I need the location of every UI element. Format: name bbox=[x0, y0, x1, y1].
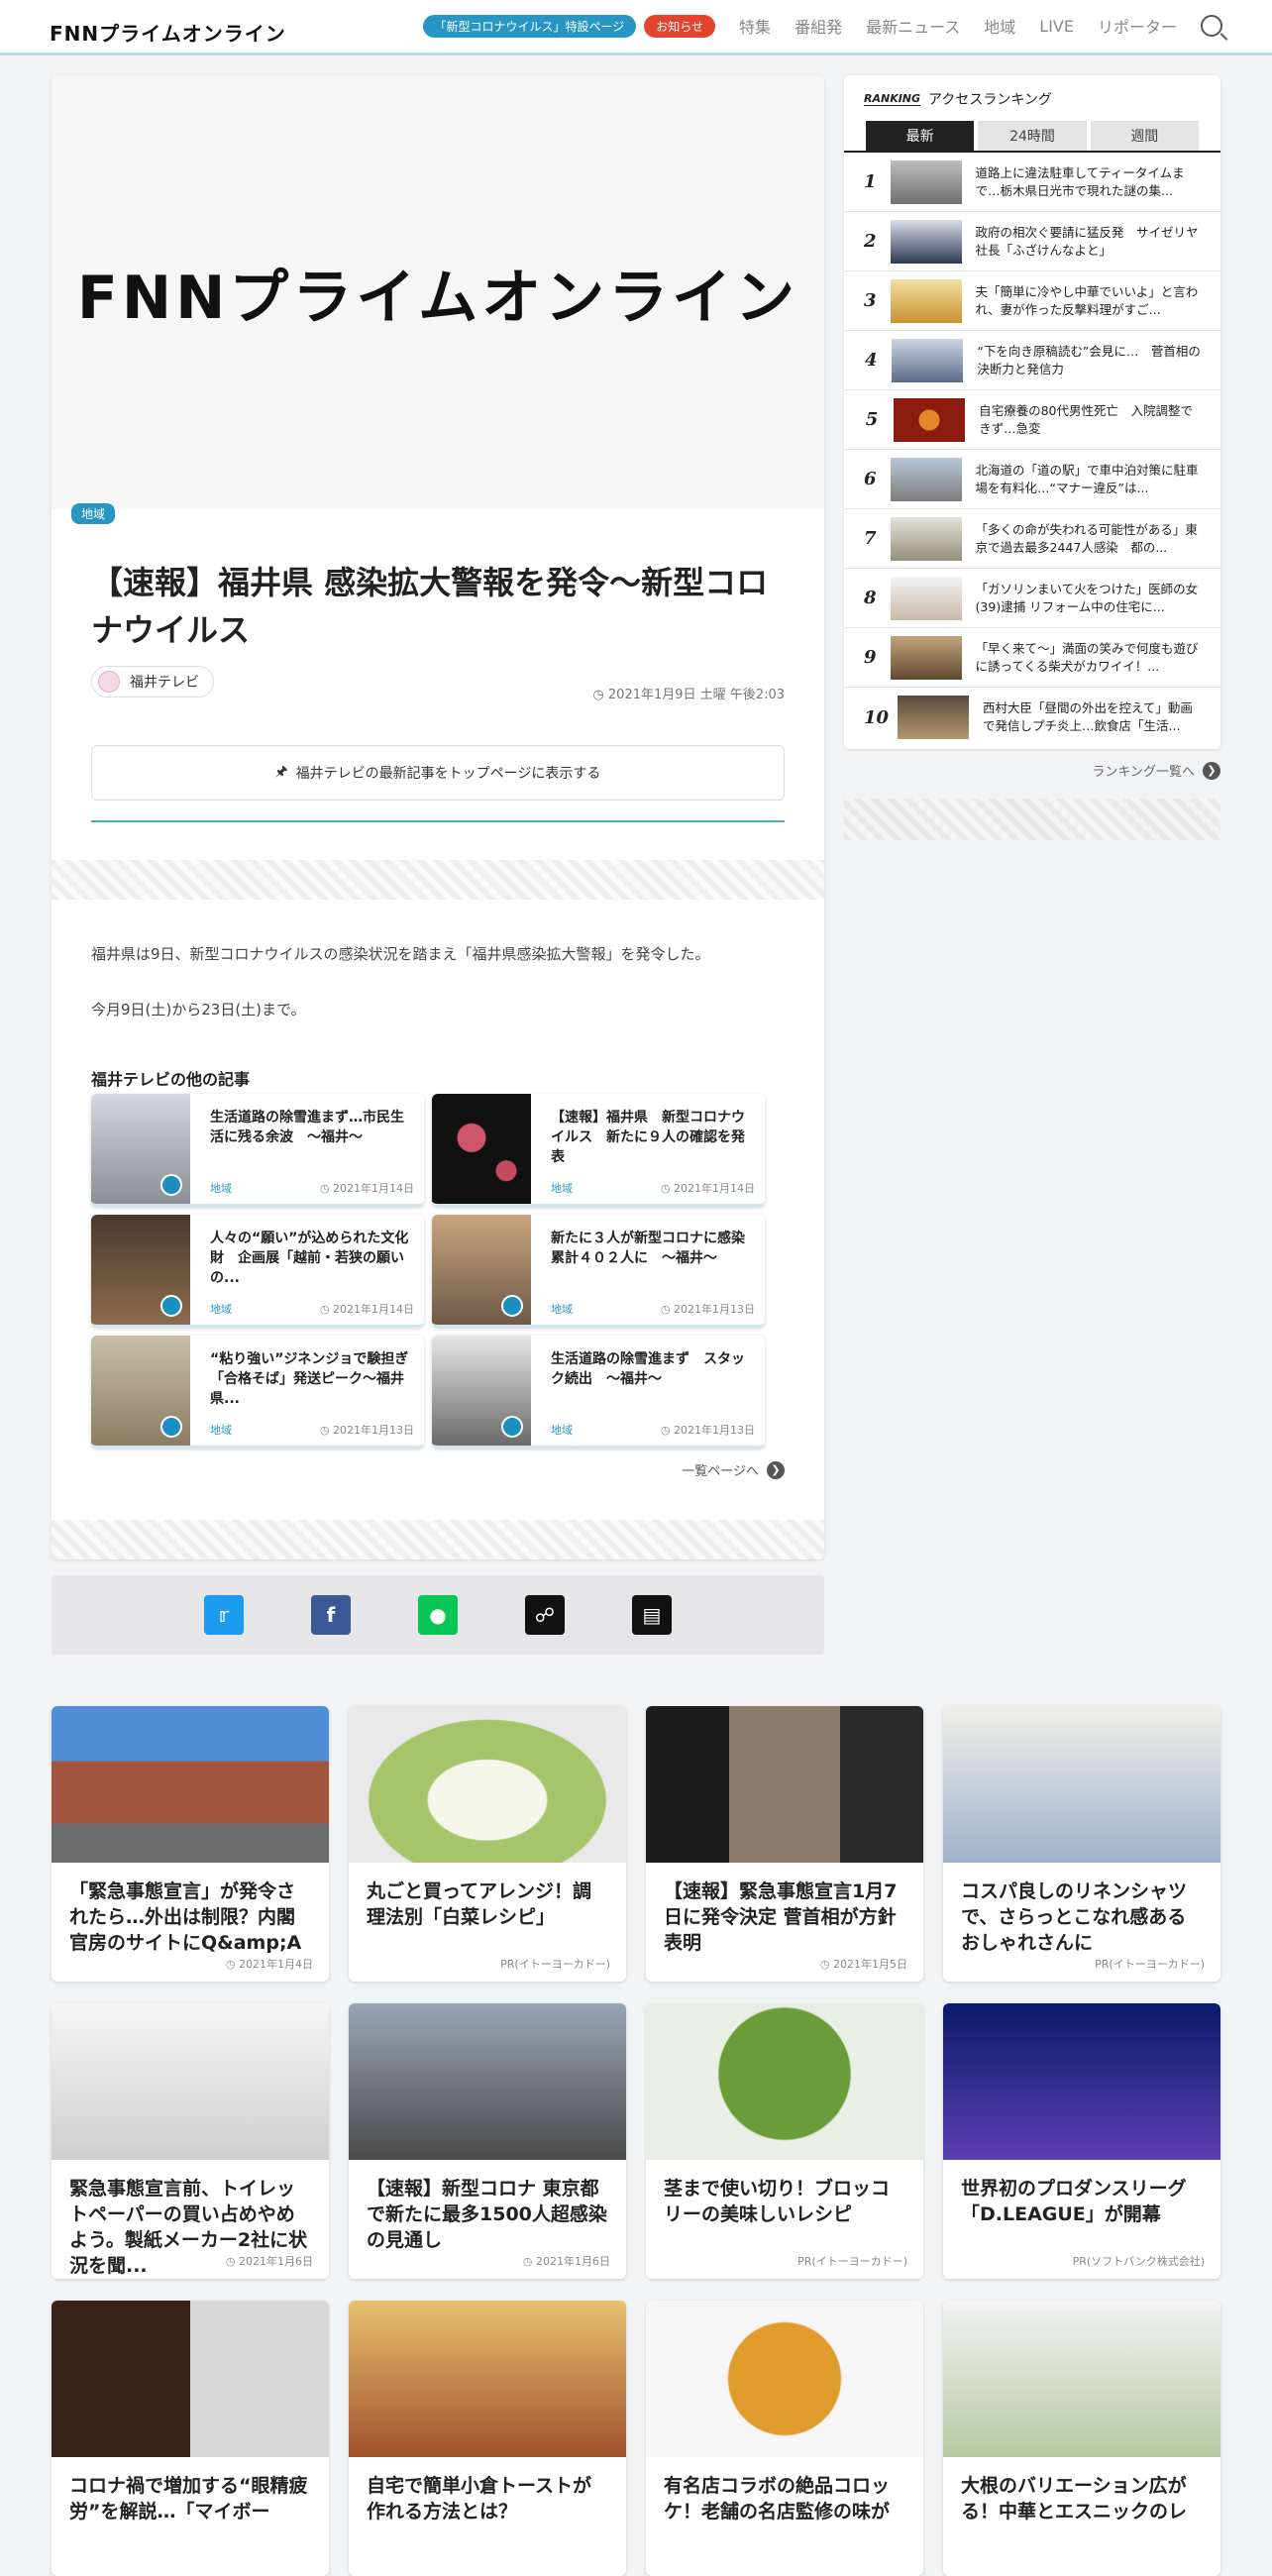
recommend-grid: 「緊急事態宣言」が発令されたら…外出は制限？内閣官房のサイトにQ&amp;A ◷ … bbox=[52, 1706, 1220, 2576]
ranking-list: 1 道路上に違法駐車してティータイムまで…栃木県日光市で現れた謎の集... 2 政府… bbox=[844, 151, 1220, 747]
ranking-item[interactable]: 3 夫「簡単に冷やし中華でいいよ」と言われ、妻が作った反撃料理がすご... bbox=[844, 271, 1220, 331]
related-card[interactable]: 人々の“願い”が込められた文化財 企画展「越前・若狭の願いの... 地域 ◷ 202… bbox=[91, 1215, 424, 1328]
search-icon[interactable] bbox=[1201, 15, 1222, 37]
ad-placeholder bbox=[52, 860, 824, 900]
ranking-item[interactable]: 4 “下を向き原稿読む”会見に… 菅首相の決断力と発信力 bbox=[844, 331, 1220, 390]
related-thumb bbox=[91, 1336, 190, 1446]
source-avatar bbox=[98, 671, 120, 693]
nav-item-features[interactable]: 特集 bbox=[739, 14, 771, 38]
ranking-item[interactable]: 2 政府の相次ぐ要請に猛反発 サイゼリヤ社長「ふざけんなよと」 bbox=[844, 212, 1220, 271]
site-logo[interactable]: FNNプライムオンライン bbox=[50, 18, 286, 47]
comment-icon[interactable]: ▤ bbox=[632, 1595, 672, 1635]
recommend-card[interactable]: 世界初のプロダンスリーグ「D.LEAGUE」が開幕 PR(ソフトバンク株式会社) bbox=[943, 2003, 1220, 2279]
hero-image: FNNプライムオンライン bbox=[52, 75, 824, 509]
chevron-right-icon: ❯ bbox=[767, 1460, 785, 1479]
recommend-card[interactable]: 【速報】新型コロナ 東京都で新たに最多1500人超感染の見通し ◷ 2021年1月… bbox=[349, 2003, 626, 2279]
share-bar: 𝕣 f ● ☍ ▤ bbox=[52, 1575, 824, 1655]
ranking-item[interactable]: 9 「早く来て～」満面の笑みで何度も遊びに誘ってくる柴犬がカワイイ！... bbox=[844, 628, 1220, 688]
nav-item-reporter[interactable]: リポーター bbox=[1098, 14, 1177, 38]
line-share-icon[interactable]: ● bbox=[418, 1595, 458, 1635]
related-heading: 福井テレビの他の記事 bbox=[91, 1070, 251, 1089]
recommend-card[interactable]: 大根のバリエーション広がる！中華とエスニックのレ bbox=[943, 2301, 1220, 2576]
divider bbox=[91, 820, 785, 822]
twitter-share-icon[interactable]: 𝕣 bbox=[204, 1595, 244, 1635]
pin-to-top-button[interactable]: 🖈 福井テレビの最新記事をトップページに表示する bbox=[91, 745, 785, 801]
category-badge[interactable]: 地域 bbox=[71, 503, 116, 524]
main-nav: 「新型コロナウイルス」特設ページ お知らせ 特集 番組発 最新ニュース 地域 L… bbox=[422, 14, 1222, 38]
copy-link-icon[interactable]: ☍ bbox=[525, 1595, 565, 1635]
ranking-more-link[interactable]: ランキング一覧へ ❯ bbox=[844, 761, 1220, 780]
corona-special-pill[interactable]: 「新型コロナウイルス」特設ページ bbox=[422, 14, 637, 38]
hero-logo: FNNプライムオンライン bbox=[76, 263, 799, 333]
ranking-item[interactable]: 10 西村大臣「昼間の外出を控えて」動画で発信しプチ炎上…飲食店「生活... bbox=[844, 688, 1220, 747]
more-articles-link[interactable]: 一覧ページへ ❯ bbox=[682, 1460, 785, 1479]
video-icon bbox=[160, 1174, 182, 1196]
article-title: 【速報】福井県 感染拡大警報を発令～新型コロナウイルス bbox=[91, 564, 769, 649]
related-card[interactable]: 生活道路の除雪進まず…市民生活に残る余波 ～福井～ 地域 ◷ 2021年1月14日 bbox=[91, 1094, 424, 1207]
source-chip[interactable]: 福井テレビ bbox=[91, 666, 214, 698]
ranking-item[interactable]: 6 北海道の「道の駅」で車中泊対策に駐車場を有料化…“マナー違反”は... bbox=[844, 450, 1220, 509]
recommend-card[interactable]: 自宅で簡単小倉トーストが作れる方法とは？ bbox=[349, 2301, 626, 2576]
related-thumb bbox=[432, 1215, 531, 1325]
recommend-card[interactable]: 丸ごと買ってアレンジ！調理法別「白菜レシピ」 PR(イトーヨーカドー) bbox=[349, 1706, 626, 1982]
tab-latest[interactable]: 最新 bbox=[866, 121, 975, 151]
tab-24h[interactable]: 24時間 bbox=[978, 121, 1087, 151]
ranking-item[interactable]: 5 自宅療養の80代男性死亡 入院調整できず…急変 bbox=[844, 390, 1220, 450]
recommend-card[interactable]: 緊急事態宣言前、トイレットペーパーの買い占めやめよう。製紙メーカー2社に状況を聞… bbox=[52, 2003, 329, 2279]
notice-pill[interactable]: お知らせ bbox=[644, 14, 716, 38]
source-name: 福井テレビ bbox=[130, 675, 199, 691]
ranking-item[interactable]: 8 「ガソリンまいて火をつけた」医師の女(39)逮捕 リフォーム中の住宅に... bbox=[844, 569, 1220, 628]
nav-item-latest[interactable]: 最新ニュース bbox=[866, 14, 960, 38]
sidebar-ad-placeholder bbox=[844, 799, 1220, 840]
article-card: FNNプライムオンライン 地域 【速報】福井県 感染拡大警報を発令～新型コロナウ… bbox=[52, 75, 824, 1559]
nav-item-region[interactable]: 地域 bbox=[984, 14, 1015, 38]
recommend-card[interactable]: 茎まで使い切り！ブロッコリーの美味しいレシピ PR(イトーヨーカドー) bbox=[646, 2003, 923, 2279]
related-thumb bbox=[91, 1215, 190, 1325]
body-paragraph-2: 今月9日(土)から23日(土)まで。 bbox=[91, 1001, 306, 1019]
video-icon bbox=[501, 1416, 523, 1438]
nav-item-programs[interactable]: 番組発 bbox=[795, 14, 842, 38]
article-date: ◷ 2021年1月9日 土曜 午後2:03 bbox=[592, 688, 785, 702]
tab-weekly[interactable]: 週間 bbox=[1090, 121, 1199, 151]
related-thumb bbox=[432, 1336, 531, 1446]
related-thumb bbox=[91, 1094, 190, 1204]
ranking-tabs: 最新 24時間 週間 bbox=[866, 121, 1199, 151]
recommend-card[interactable]: 有名店コラボの絶品コロッケ！老舗の名店監修の味が bbox=[646, 2301, 923, 2576]
pin-icon: 🖈 bbox=[274, 764, 288, 780]
body-paragraph-1: 福井県は9日、新型コロナウイルスの感染状況を踏まえ「福井県感染拡大警報」を発令し… bbox=[91, 945, 710, 963]
chevron-right-icon: ❯ bbox=[1203, 761, 1220, 780]
video-icon bbox=[160, 1416, 182, 1438]
related-articles: 生活道路の除雪進まず…市民生活に残る余波 ～福井～ 地域 ◷ 2021年1月14日 … bbox=[91, 1094, 785, 1449]
related-card[interactable]: 新たに３人が新型コロナに感染 累計４０２人に ～福井～ 地域 ◷ 2021年1月13… bbox=[432, 1215, 765, 1328]
related-card[interactable]: 【速報】福井県 新型コロナウイルス 新たに９人の確認を発表 地域 ◷ 2021年1月… bbox=[432, 1094, 765, 1207]
ad-placeholder-bottom bbox=[52, 1520, 824, 1559]
related-thumb bbox=[432, 1094, 531, 1204]
related-card[interactable]: 生活道路の除雪進まず スタック続出 ～福井～ 地域 ◷ 2021年1月13日 bbox=[432, 1336, 765, 1449]
ranking-item[interactable]: 1 道路上に違法駐車してティータイムまで…栃木県日光市で現れた謎の集... bbox=[844, 153, 1220, 212]
facebook-share-icon[interactable]: f bbox=[311, 1595, 351, 1635]
recommend-card[interactable]: 【速報】緊急事態宣言1月7日に発令決定 菅首相が方針表明 ◷ 2021年1月5日 bbox=[646, 1706, 923, 1982]
nav-item-live[interactable]: LIVE bbox=[1039, 17, 1074, 36]
ranking-panel: RANKING アクセスランキング 最新 24時間 週間 1 道路上に違法駐車してテ… bbox=[844, 75, 1220, 749]
ranking-item[interactable]: 7 「多くの命が失われる可能性がある」東京で過去最多2447人感染 都の... bbox=[844, 509, 1220, 569]
video-icon bbox=[501, 1295, 523, 1317]
ranking-header: RANKING アクセスランキング bbox=[864, 92, 1052, 108]
related-card[interactable]: “粘り強い”ジネンジョで験担ぎ「合格そば」発送ピーク～福井県... 地域 ◷ 202… bbox=[91, 1336, 424, 1449]
recommend-card[interactable]: 「緊急事態宣言」が発令されたら…外出は制限？内閣官房のサイトにQ&amp;A ◷ … bbox=[52, 1706, 329, 1982]
video-icon bbox=[160, 1295, 182, 1317]
site-header: FNNプライムオンライン 「新型コロナウイルス」特設ページ お知らせ 特集 番組… bbox=[0, 0, 1272, 55]
recommend-card[interactable]: コロナ禍で増加する“眼精疲労”を解説…「マイボー bbox=[52, 2301, 329, 2576]
recommend-card[interactable]: コスパ良しのリネンシャツで、さらっとこなれ感あるおしゃれさんに PR(イトーヨーカ… bbox=[943, 1706, 1220, 1982]
